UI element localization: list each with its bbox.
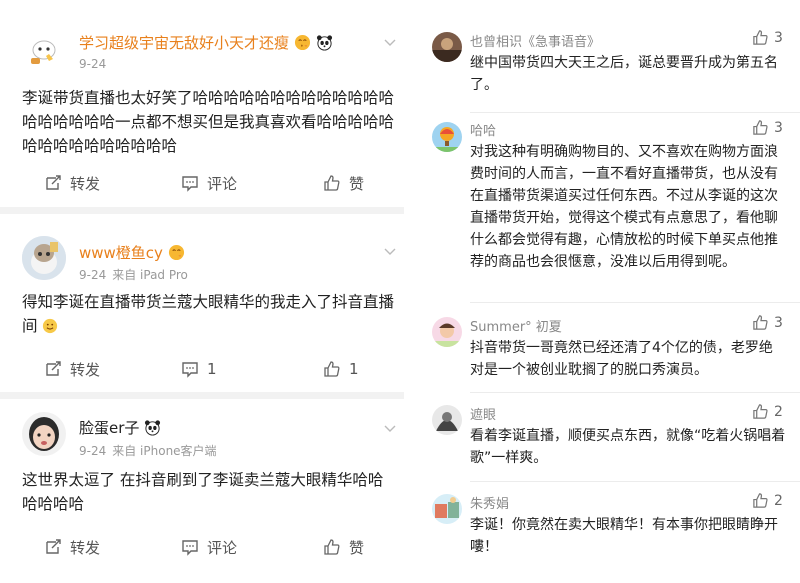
comment-count: 1 bbox=[207, 360, 217, 378]
thumbs-up-icon bbox=[324, 539, 340, 555]
repost-icon bbox=[46, 539, 61, 554]
thumbs-up-icon bbox=[753, 493, 768, 508]
post-date: 9-24 bbox=[79, 268, 107, 282]
post-source: 来自 iPad Pro bbox=[112, 268, 188, 282]
avatar[interactable] bbox=[22, 236, 66, 280]
comment-text: 对我这种有明确购物目的、又不喜欢在购物方面浪费时间的人而言，一直不看好直播带货，… bbox=[470, 144, 778, 270]
post-content: 得知李诞在直播带货兰蔻大眼精华的我走入了抖音直播间 bbox=[22, 290, 394, 340]
post-divider bbox=[0, 207, 404, 214]
comment-text: 继中国带货四大天王之后，诞总要晋升成为第五名了。 bbox=[470, 55, 778, 93]
commenter-name[interactable]: Summer° 初夏 bbox=[470, 316, 562, 335]
repost-label: 转发 bbox=[70, 360, 101, 379]
comment-button[interactable]: 评论 bbox=[181, 535, 237, 559]
comment-like-count: 3 bbox=[774, 29, 783, 46]
avatar[interactable] bbox=[432, 122, 462, 152]
comment-separator bbox=[470, 112, 800, 113]
repost-icon bbox=[46, 175, 61, 190]
comment-separator bbox=[470, 481, 800, 482]
kiss-emoji-icon bbox=[168, 244, 184, 261]
username-text[interactable]: 学习超级宇宙无敌好小天才还瘦 bbox=[79, 34, 289, 52]
like-label: 赞 bbox=[349, 174, 365, 193]
comment-like-button[interactable]: 2 bbox=[752, 492, 783, 509]
comment-like-count: 3 bbox=[774, 119, 783, 136]
like-button[interactable]: 1 bbox=[323, 357, 359, 381]
comment-like-button[interactable]: 2 bbox=[752, 403, 783, 420]
panel-gutter bbox=[404, 0, 414, 583]
commenter-name[interactable]: 遮眼 bbox=[470, 404, 496, 423]
post-date: 9-24 bbox=[79, 444, 107, 458]
comment-separator bbox=[470, 392, 800, 393]
commenter-name[interactable]: 朱秀娟 bbox=[470, 493, 509, 512]
thumbs-up-icon bbox=[324, 361, 340, 377]
comment-label: 评论 bbox=[207, 174, 238, 193]
thumbs-up-icon bbox=[753, 120, 768, 135]
repost-label: 转发 bbox=[70, 538, 101, 557]
post-actions: 转发 1 1 bbox=[0, 357, 404, 381]
username[interactable]: 脸蛋er子 bbox=[79, 417, 161, 438]
repost-button[interactable]: 转发 bbox=[44, 535, 100, 559]
comment-button[interactable]: 评论 bbox=[181, 171, 237, 195]
comment-like-button[interactable]: 3 bbox=[752, 314, 783, 331]
chevron-down-icon[interactable] bbox=[383, 244, 397, 258]
comment-text: 抖音带货一哥竟然已经还清了4个亿的债，老罗绝对是一个被创业耽搁了的脱口秀演员。 bbox=[470, 340, 773, 378]
like-button[interactable]: 赞 bbox=[323, 171, 364, 195]
username-text[interactable]: 脸蛋er子 bbox=[79, 419, 139, 437]
chevron-down-icon[interactable] bbox=[383, 421, 397, 435]
post-meta: 9-24 bbox=[79, 57, 106, 71]
repost-button[interactable]: 转发 bbox=[44, 171, 100, 195]
post-meta: 9-24 来自 iPad Pro bbox=[79, 266, 188, 283]
comment-like-count: 2 bbox=[774, 492, 783, 509]
comment-icon bbox=[182, 362, 198, 378]
username-text[interactable]: www橙鱼cy bbox=[79, 244, 163, 262]
thumbs-up-icon bbox=[324, 175, 340, 191]
comment-like-count: 2 bbox=[774, 403, 783, 420]
panda-emoji-icon bbox=[145, 420, 161, 436]
avatar[interactable] bbox=[22, 412, 66, 456]
thumbs-up-icon bbox=[753, 315, 768, 330]
comment-button[interactable]: 1 bbox=[181, 357, 217, 381]
commenter-name[interactable]: 也曾相识《急事语音》 bbox=[470, 31, 600, 50]
repost-button[interactable]: 转发 bbox=[44, 357, 100, 381]
post-actions: 转发 评论 赞 bbox=[0, 535, 404, 559]
post-actions: 转发 评论 赞 bbox=[0, 171, 404, 195]
username[interactable]: www橙鱼cy bbox=[79, 242, 185, 263]
username[interactable]: 学习超级宇宙无敌好小天才还瘦 bbox=[79, 32, 333, 53]
post-content: 这世界太逗了 在抖音刷到了李诞卖兰蔻大眼精华哈哈哈哈哈哈 bbox=[22, 471, 384, 513]
comment-like-button[interactable]: 3 bbox=[752, 29, 783, 46]
chevron-down-icon[interactable] bbox=[383, 35, 397, 49]
post-source: 来自 iPhone客户端 bbox=[112, 444, 217, 458]
post-date: 9-24 bbox=[79, 57, 107, 71]
weibo-feed-panel: 学习超级宇宙无敌好小天才还瘦 9-24 李诞带货直播也太好笑了哈哈哈哈哈哈哈哈哈… bbox=[0, 0, 404, 583]
avatar[interactable] bbox=[432, 317, 462, 347]
post-content: 李诞带货直播也太好笑了哈哈哈哈哈哈哈哈哈哈哈哈哈哈哈哈哈哈哈一点都不想买但是我真… bbox=[22, 89, 394, 155]
thumbs-up-icon bbox=[753, 404, 768, 419]
comments-panel: 也曾相识《急事语音》 3 继中国带货四大天王之后，诞总要晋升成为第五名了。 哈哈… bbox=[414, 0, 800, 583]
avatar[interactable] bbox=[432, 494, 462, 524]
repost-label: 转发 bbox=[70, 174, 101, 193]
smile-emoji-icon bbox=[43, 318, 58, 334]
commenter-name[interactable]: 哈哈 bbox=[470, 120, 496, 139]
comment-like-count: 3 bbox=[774, 314, 783, 331]
post-divider bbox=[0, 392, 404, 399]
panda-emoji-icon bbox=[316, 35, 332, 51]
comment-text: 李诞！你竟然在卖大眼精华！有本事你把眼睛睁开嘍！ bbox=[470, 517, 778, 555]
avatar[interactable] bbox=[432, 32, 462, 62]
like-count: 1 bbox=[349, 360, 359, 378]
avatar[interactable] bbox=[432, 405, 462, 435]
avatar[interactable] bbox=[22, 28, 66, 72]
comment-like-button[interactable]: 3 bbox=[752, 119, 783, 136]
post-content-text: 得知李诞在直播带货兰蔻大眼精华的我走入了抖音直播间 bbox=[22, 293, 394, 335]
comment-separator bbox=[470, 302, 800, 303]
post-meta: 9-24 来自 iPhone客户端 bbox=[79, 442, 217, 459]
kiss-emoji-icon bbox=[294, 34, 310, 51]
comment-icon bbox=[182, 540, 198, 556]
like-button[interactable]: 赞 bbox=[323, 535, 364, 559]
like-label: 赞 bbox=[349, 538, 365, 557]
repost-icon bbox=[46, 361, 61, 376]
thumbs-up-icon bbox=[753, 30, 768, 45]
comment-icon bbox=[182, 176, 198, 192]
comment-text: 看着李诞直播，顺便买点东西，就像“吃着火锅唱着歌”一样爽。 bbox=[470, 428, 786, 466]
comment-label: 评论 bbox=[207, 538, 238, 557]
